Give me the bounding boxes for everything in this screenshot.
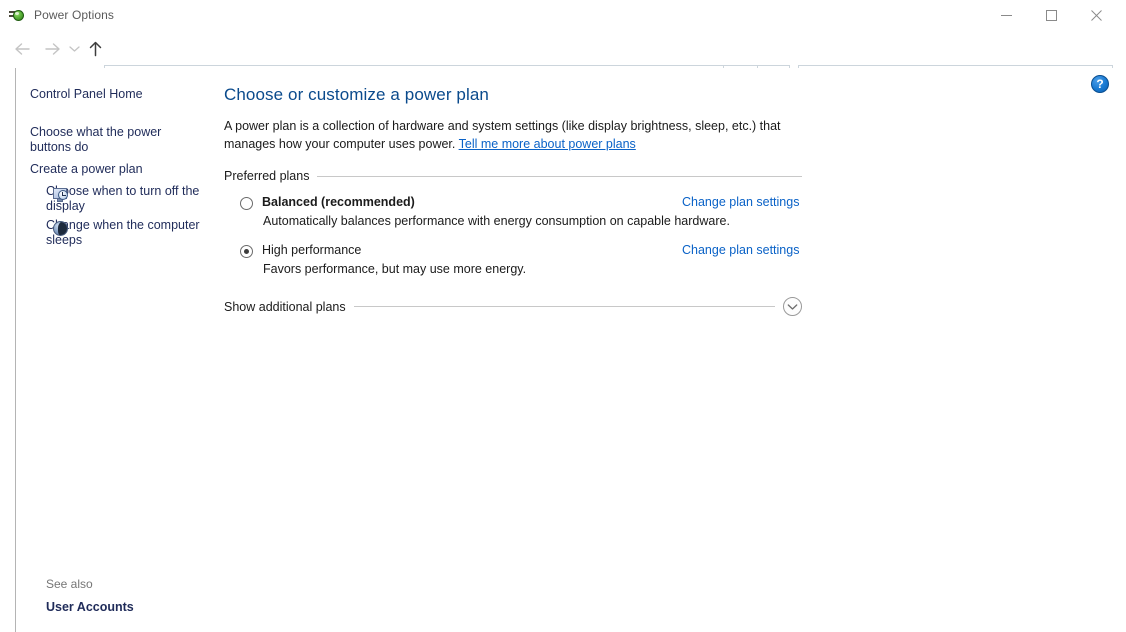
plan-description-balanced: Automatically balances performance with …: [263, 214, 802, 228]
change-plan-settings-high-performance[interactable]: Change plan settings: [682, 243, 802, 257]
plan-name-high-performance[interactable]: High performance: [262, 243, 682, 257]
navigation-bar: ❯ Control Panel ❯ Hardware and Sound ❯ P…: [0, 30, 1126, 68]
sidebar-item-choose-what-power-buttons-do[interactable]: Choose what the power buttons do: [16, 123, 210, 157]
maximize-button[interactable]: [1029, 0, 1074, 30]
radio-balanced[interactable]: [240, 197, 253, 210]
forward-button[interactable]: [38, 34, 66, 64]
sidebar-item-label: Change when the computer sleeps: [46, 218, 200, 247]
recent-locations-chevron-down-icon[interactable]: [64, 34, 84, 64]
see-also-section: See also User Accounts: [32, 577, 226, 614]
chevron-down-icon[interactable]: [783, 297, 802, 316]
body-area: Control Panel Home Choose what the power…: [0, 68, 1126, 632]
power-options-window: Power Options: [0, 0, 1126, 632]
sidebar-item-change-when-computer-sleeps[interactable]: Change when the computer sleeps: [16, 216, 210, 250]
back-button[interactable]: [8, 34, 36, 64]
minimize-button[interactable]: [984, 0, 1029, 30]
preferred-plans-header: Preferred plans: [224, 169, 802, 183]
window-title: Power Options: [34, 8, 114, 22]
sidebar-item-create-a-power-plan[interactable]: Create a power plan: [16, 160, 210, 179]
power-plan-item: Balanced (recommended) Change plan setti…: [224, 195, 802, 228]
power-plug-icon: [9, 7, 25, 23]
header-rule: [317, 176, 802, 177]
close-button[interactable]: [1074, 0, 1119, 30]
main-content: ? Choose or customize a power plan A pow…: [210, 68, 1115, 632]
show-additional-plans-row: Show additional plans: [224, 297, 802, 316]
power-plan-item: High performance Change plan settings Fa…: [224, 243, 802, 276]
window-controls: [984, 0, 1119, 30]
up-button[interactable]: [82, 34, 108, 64]
help-icon[interactable]: ?: [1091, 75, 1109, 93]
intro-paragraph: A power plan is a collection of hardware…: [224, 117, 804, 153]
sidebar-item-control-panel-home[interactable]: Control Panel Home: [16, 85, 210, 104]
see-also-item-user-accounts[interactable]: User Accounts: [32, 600, 226, 614]
radio-high-performance[interactable]: [240, 245, 253, 258]
sidebar-item-choose-when-to-turn-off-display[interactable]: Choose when to turn off the display: [16, 182, 210, 216]
additional-rule: [354, 306, 775, 307]
change-plan-settings-balanced[interactable]: Change plan settings: [682, 195, 802, 209]
sidebar-item-label: Choose when to turn off the display: [46, 184, 199, 213]
plan-name-balanced[interactable]: Balanced (recommended): [262, 195, 682, 209]
tell-me-more-link[interactable]: Tell me more about power plans: [459, 137, 636, 151]
sidebar: Control Panel Home Choose what the power…: [16, 68, 210, 632]
page-title: Choose or customize a power plan: [224, 85, 1115, 105]
plan-description-high-performance: Favors performance, but may use more ene…: [263, 262, 802, 276]
see-also-label: See also: [32, 577, 226, 591]
title-bar: Power Options: [0, 0, 1126, 30]
show-additional-plans-label[interactable]: Show additional plans: [224, 300, 354, 314]
preferred-plans-label: Preferred plans: [224, 169, 317, 183]
